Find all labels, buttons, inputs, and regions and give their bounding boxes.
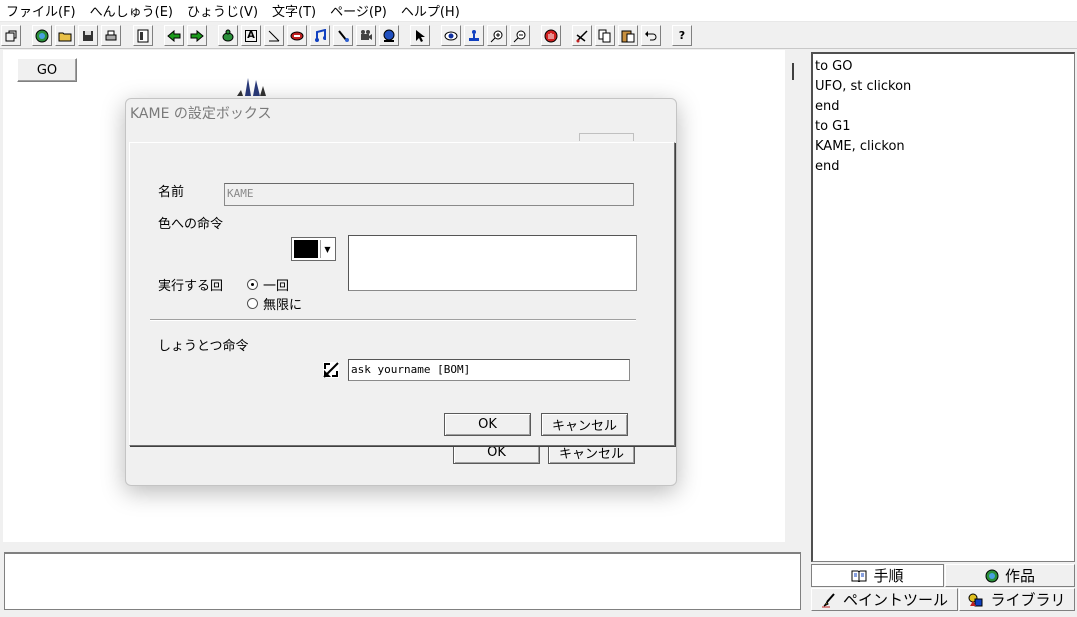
eye-icon[interactable]: [441, 25, 461, 46]
radio-label: 一回: [263, 279, 290, 294]
tab-library[interactable]: ライブラリ: [959, 588, 1075, 611]
copy-icon[interactable]: [595, 25, 615, 46]
script-line: KAME, clickon: [815, 139, 905, 154]
turtle-hatch-icon[interactable]: [218, 25, 238, 46]
script-line: UFO, st clickon: [815, 79, 912, 94]
ghost-control: [579, 133, 634, 141]
collision-icon[interactable]: [322, 361, 340, 383]
previous-page-icon[interactable]: [164, 25, 184, 46]
restore-icon[interactable]: [1, 25, 21, 46]
paintbrush-icon: [821, 592, 837, 608]
video-icon[interactable]: [356, 25, 376, 46]
pointer-icon[interactable]: [410, 25, 430, 46]
horizontal-splitter[interactable]: [0, 543, 808, 547]
tab-label: ライブラリ: [990, 591, 1066, 609]
undo-icon[interactable]: [641, 25, 661, 46]
radio-button[interactable]: [247, 298, 258, 309]
divider: [150, 319, 636, 321]
zoom-out-icon[interactable]: [510, 25, 530, 46]
help-icon[interactable]: ?: [672, 25, 692, 46]
script-line: end: [815, 159, 840, 174]
exec-count-label: 実行する回: [158, 279, 224, 294]
tab-works[interactable]: 作品: [945, 564, 1075, 587]
tab-procedures[interactable]: 手順: [811, 564, 944, 587]
sound-tool-icon[interactable]: [333, 25, 353, 46]
radio-infinite[interactable]: 無限に: [247, 294, 302, 313]
procedure-editor[interactable]: to GO UFO, st clickon end to G1 KAME, cl…: [811, 52, 1075, 562]
splitter-handle[interactable]: [792, 63, 794, 80]
page-layout-icon[interactable]: [133, 25, 153, 46]
radio-label: 無限に: [263, 298, 303, 313]
color-command-label: 色への命令: [158, 217, 224, 232]
script-line: to G1: [815, 119, 851, 134]
name-field[interactable]: KAME: [224, 183, 634, 206]
menu-view[interactable]: ひょうじ(V): [187, 1, 258, 20]
cut-icon[interactable]: [572, 25, 592, 46]
menu-page[interactable]: ページ(P): [330, 1, 387, 20]
menu-text[interactable]: 文字(T): [272, 1, 316, 20]
script-line: to GO: [815, 59, 853, 74]
stop-hand-icon[interactable]: [541, 25, 561, 46]
save-icon[interactable]: [78, 25, 98, 46]
collision-command-field[interactable]: ask yourname [BOM]: [348, 359, 630, 381]
zoom-in-icon[interactable]: [487, 25, 507, 46]
cancel-button[interactable]: キャンセル: [541, 413, 628, 436]
menu-bar: ファイル(F) へんしゅう(E) ひょうじ(V) 文字(T) ページ(P) ヘル…: [0, 0, 1077, 22]
color-swatch: [294, 240, 318, 258]
menu-edit[interactable]: へんしゅう(E): [90, 1, 173, 20]
toolbar: A ?: [0, 23, 1077, 49]
tab-label: ペイントツール: [842, 591, 948, 609]
stamp-icon[interactable]: [464, 25, 484, 46]
collision-command-label: しょうとつ命令: [158, 339, 249, 354]
go-button[interactable]: GO: [17, 58, 77, 82]
chevron-down-icon[interactable]: ▼: [320, 240, 334, 258]
kame-settings-dialog: KAME の設定ボックス OK キャンセル 名前 KAME 色への命令 ▼ 実行…: [125, 98, 677, 486]
vertical-splitter[interactable]: [786, 50, 808, 542]
ok-button[interactable]: OK: [444, 413, 531, 436]
name-label: 名前: [158, 185, 185, 200]
book-icon: [851, 569, 867, 582]
tab-label: 作品: [1004, 567, 1035, 585]
button-tool-icon[interactable]: [287, 25, 307, 46]
globe-icon[interactable]: [379, 25, 399, 46]
tab-paint-tools[interactable]: ペイントツール: [811, 588, 958, 611]
globe-icon: [985, 569, 999, 583]
turtle-sprite-icon[interactable]: [233, 74, 273, 96]
text-tool-icon[interactable]: A: [241, 25, 261, 46]
tab-label: 手順: [873, 567, 904, 585]
menu-file[interactable]: ファイル(F): [6, 1, 76, 20]
slider-tool-icon[interactable]: [264, 25, 284, 46]
print-icon[interactable]: [101, 25, 121, 46]
color-dropdown[interactable]: ▼: [291, 237, 336, 261]
dialog-title[interactable]: KAME の設定ボックス: [130, 103, 271, 123]
message-panel[interactable]: [4, 552, 801, 610]
color-command-textarea[interactable]: [348, 235, 637, 291]
script-line: end: [815, 99, 840, 114]
next-page-icon[interactable]: [187, 25, 207, 46]
open-folder-icon[interactable]: [55, 25, 75, 46]
shapes-icon: [968, 593, 984, 607]
new-page-icon[interactable]: [32, 25, 52, 46]
menu-help[interactable]: ヘルプ(H): [401, 1, 460, 20]
paste-icon[interactable]: [618, 25, 638, 46]
radio-once[interactable]: 一回: [247, 275, 289, 294]
radio-button[interactable]: [247, 279, 258, 290]
music-icon[interactable]: [310, 25, 330, 46]
settings-panel: 名前 KAME 色への命令 ▼ 実行する回 一回 無限に しょうとつ命令 ask…: [129, 142, 675, 446]
